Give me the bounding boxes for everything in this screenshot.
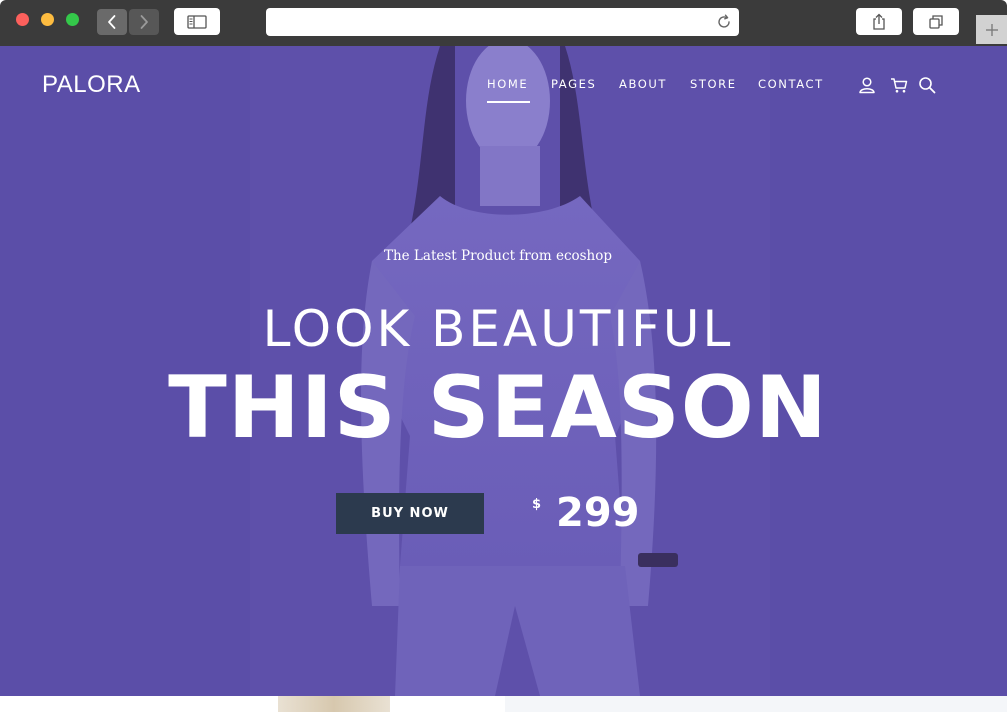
maximize-window-button[interactable] <box>66 13 79 26</box>
chevron-left-icon <box>108 15 116 29</box>
minimize-window-button[interactable] <box>41 13 54 26</box>
main-navigation: HOME PAGES ABOUT STORE CONTACT <box>0 77 1007 97</box>
browser-toolbar <box>0 0 1007 46</box>
share-button[interactable] <box>856 8 902 35</box>
sidebar-icon <box>187 14 207 29</box>
tabs-icon <box>929 14 943 29</box>
chevron-right-icon <box>140 15 148 29</box>
reload-icon[interactable] <box>715 13 733 31</box>
share-icon <box>873 13 885 30</box>
sidebar-toggle-button[interactable] <box>174 8 220 35</box>
cart-icon[interactable] <box>890 76 908 94</box>
hero-headline-top: LOOK BEAUTIFUL <box>262 300 734 358</box>
nav-home-link[interactable]: HOME <box>487 77 528 91</box>
price-amount: 299 <box>556 490 640 536</box>
tabs-overview-button[interactable] <box>913 8 959 35</box>
product-image-peek <box>278 696 390 712</box>
next-section-panel <box>505 696 1007 712</box>
nav-store-link[interactable]: STORE <box>690 77 737 91</box>
forward-button[interactable] <box>129 9 159 35</box>
hero-section: PALORA HOME PAGES ABOUT STORE CONTACT Th… <box>0 46 1007 696</box>
close-window-button[interactable] <box>16 13 29 26</box>
hero-tagline: The Latest Product from ecoshop <box>383 248 613 264</box>
user-icon[interactable] <box>858 76 876 94</box>
search-icon[interactable] <box>918 76 936 94</box>
back-button[interactable] <box>97 9 127 35</box>
hero-headline-main: THIS SEASON <box>168 358 828 458</box>
nav-pages-link[interactable]: PAGES <box>551 77 596 91</box>
price-currency: $ <box>532 497 542 512</box>
plus-icon <box>985 23 998 36</box>
buy-now-button[interactable]: BUY NOW <box>336 493 484 534</box>
nav-contact-link[interactable]: CONTACT <box>758 77 824 91</box>
new-tab-button[interactable] <box>976 15 1007 44</box>
active-nav-indicator <box>487 101 530 103</box>
address-bar[interactable] <box>266 8 739 36</box>
url-input[interactable] <box>276 12 706 32</box>
next-section-preview <box>0 696 1007 712</box>
nav-about-link[interactable]: ABOUT <box>619 77 667 91</box>
